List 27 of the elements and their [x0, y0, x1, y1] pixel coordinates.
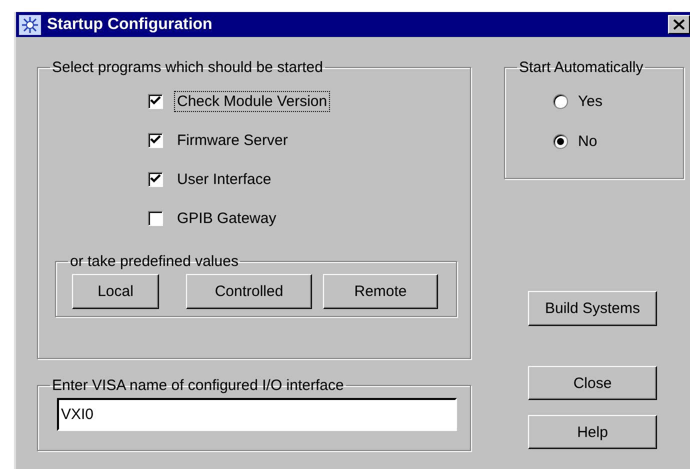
checkbox-label[interactable]: User Interface: [174, 168, 274, 190]
group-label: Enter VISA name of configured I/O interface: [51, 377, 345, 394]
window-title: Startup Configuration: [47, 16, 214, 34]
close-button[interactable]: [668, 15, 690, 34]
preset-button[interactable]: Controlled: [186, 274, 312, 309]
checkbox[interactable]: [148, 94, 163, 108]
radio-button[interactable]: [553, 94, 568, 108]
close-icon: [673, 19, 685, 30]
checkbox[interactable]: [148, 210, 163, 226]
help-button[interactable]: Help: [528, 415, 657, 449]
app-icon: [19, 14, 41, 34]
group-label: or take predefined values: [69, 253, 240, 270]
group-label: Start Automatically: [518, 59, 644, 76]
radio-button[interactable]: [553, 134, 568, 148]
group-label: Select programs which should be started: [51, 59, 324, 76]
checkbox[interactable]: [148, 172, 163, 186]
checkbox[interactable]: [148, 132, 163, 148]
radio-label[interactable]: Yes: [578, 92, 602, 110]
radio-label[interactable]: No: [578, 132, 598, 150]
checkbox-label[interactable]: Firmware Server: [174, 130, 291, 150]
close-dialog-button[interactable]: Close: [528, 366, 657, 400]
build-systems-button[interactable]: Build Systems: [528, 291, 657, 326]
checkbox-label[interactable]: GPIB Gateway: [174, 208, 280, 228]
preset-button[interactable]: Local: [72, 274, 159, 309]
checkbox-label[interactable]: Check Module Version: [174, 90, 330, 112]
preset-button[interactable]: Remote: [323, 274, 438, 309]
input-field[interactable]: VXI0: [57, 398, 457, 431]
